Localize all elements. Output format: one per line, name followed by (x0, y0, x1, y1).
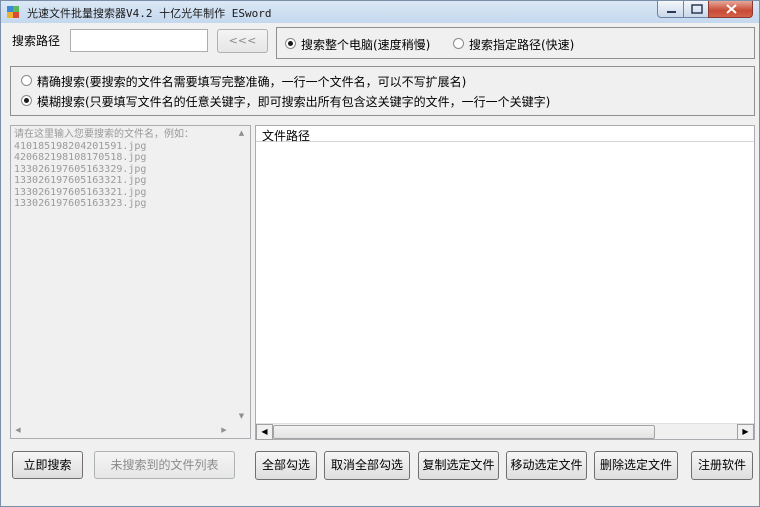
close-icon (726, 4, 737, 14)
window-title: 光速文件批量搜索器V4.2 十亿光年制作 ESword (27, 7, 272, 20)
column-header-file-path[interactable]: 文件路径 (256, 126, 754, 143)
register-button[interactable]: 注册软件 (691, 451, 753, 480)
mode-panel: 精确搜索(要搜索的文件名需要填写完整准确，一行一个文件名，可以不写扩展名) 模糊… (10, 66, 755, 116)
input-vertical-scrollbar[interactable]: ▲ ▼ (233, 126, 250, 423)
minimize-icon (667, 11, 676, 13)
delete-selected-button[interactable]: 删除选定文件 (594, 451, 678, 480)
title-bar[interactable]: 光速文件批量搜索器V4.2 十亿光年制作 ESword (1, 1, 759, 23)
scope-radio-specified-path[interactable] (453, 38, 464, 49)
results-horizontal-scrollbar[interactable]: ◀ ▶ (256, 423, 754, 440)
maximize-button[interactable] (683, 1, 709, 18)
scroll-up-icon[interactable]: ▲ (233, 129, 250, 137)
close-button[interactable] (708, 1, 753, 18)
select-all-button[interactable]: 全部勾选 (255, 451, 317, 480)
main-window: 光速文件批量搜索器V4.2 十亿光年制作 ESword 搜索路径 <<< 搜索整… (0, 0, 760, 507)
scope-radio-whole-pc[interactable] (285, 38, 296, 49)
filename-input-text: 请在这里输入您要搜索的文件名，例如： 410185198204201591.jp… (14, 129, 194, 209)
minimize-button[interactable] (657, 1, 684, 18)
mode-radio-fuzzy[interactable] (21, 95, 32, 106)
filename-input-area[interactable]: 请在这里输入您要搜索的文件名，例如： 410185198204201591.jp… (10, 125, 251, 439)
copy-selected-button[interactable]: 复制选定文件 (418, 451, 499, 480)
move-selected-button[interactable]: 移动选定文件 (506, 451, 587, 480)
search-path-input[interactable] (70, 29, 208, 52)
mode-radio-exact[interactable] (21, 75, 32, 86)
deselect-all-button[interactable]: 取消全部勾选 (324, 451, 410, 480)
maximize-icon (691, 4, 703, 14)
results-scroll-left-icon[interactable]: ◀ (256, 424, 273, 440)
not-found-list-button[interactable]: 未搜索到的文件列表 (94, 451, 235, 479)
results-list[interactable]: 文件路径 ◀ ▶ (255, 125, 755, 440)
browse-button[interactable]: <<< (217, 29, 268, 53)
results-scroll-thumb[interactable] (273, 425, 655, 439)
scope-panel: 搜索整个电脑(速度稍慢) 搜索指定路径(快速) (276, 27, 755, 59)
scope-label-specified-path: 搜索指定路径(快速) (469, 38, 575, 52)
input-horizontal-scrollbar[interactable]: ◀ ▶ (11, 422, 250, 438)
results-scroll-right-icon[interactable]: ▶ (737, 424, 754, 440)
app-icon (7, 6, 19, 18)
scroll-left-icon[interactable]: ◀ (13, 426, 23, 434)
scope-label-whole-pc: 搜索整个电脑(速度稍慢) (301, 38, 431, 52)
scroll-right-icon[interactable]: ▶ (219, 426, 229, 434)
search-now-button[interactable]: 立即搜索 (12, 451, 83, 479)
search-path-label: 搜索路径 (12, 34, 61, 48)
mode-label-fuzzy: 模糊搜索(只要填写文件名的任意关键字，即可搜索出所有包含这关键字的文件，一行一个… (37, 95, 551, 109)
mode-label-exact: 精确搜索(要搜索的文件名需要填写完整准确，一行一个文件名，可以不写扩展名) (37, 75, 467, 89)
column-header-label: 文件路径 (262, 129, 311, 143)
scroll-down-icon[interactable]: ▼ (233, 412, 250, 420)
